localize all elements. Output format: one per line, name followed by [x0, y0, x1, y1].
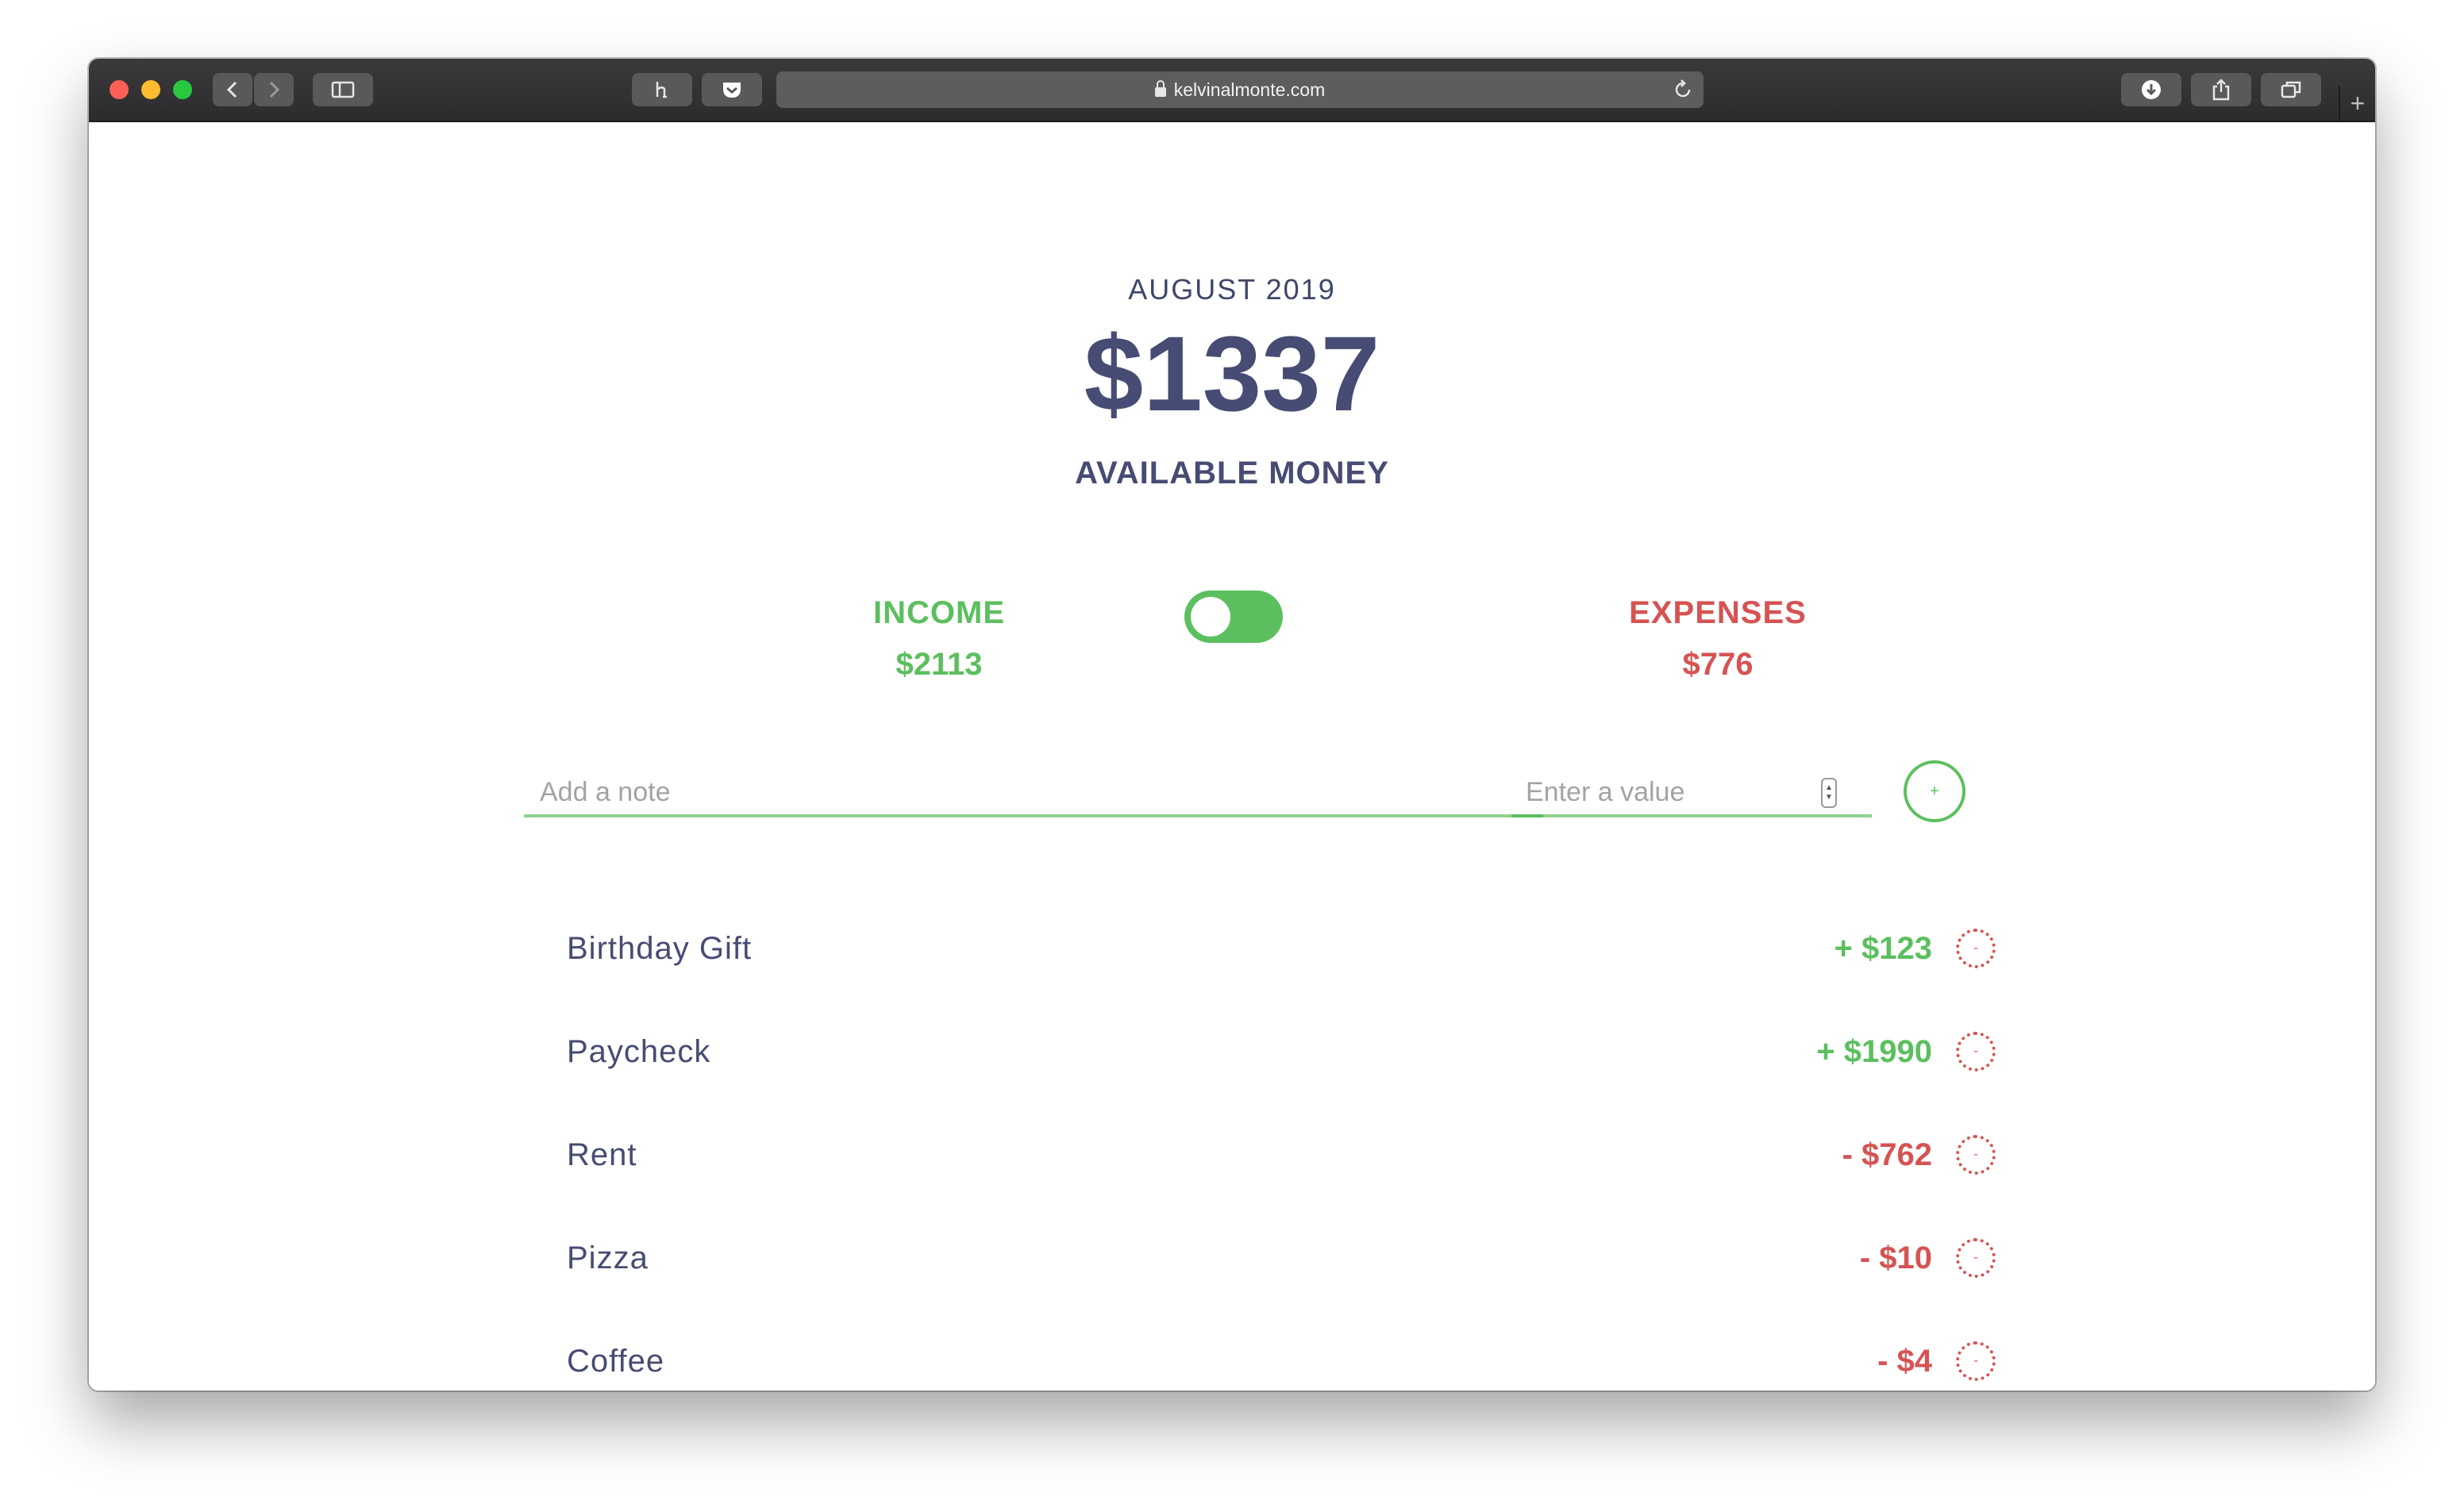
delete-transaction-button[interactable]: -	[1956, 1238, 1996, 1278]
income-summary: INCOME $2113	[780, 595, 1098, 683]
value-input-focus-accent	[1511, 814, 1543, 817]
expenses-label: EXPENSES	[1629, 595, 1807, 630]
income-label: INCOME	[873, 595, 1005, 630]
delete-transaction-button[interactable]: -	[1956, 1032, 1996, 1071]
chevron-left-icon	[226, 81, 237, 98]
browser-window: kelvinalmonte.com + AUGUST 2019 $1337 AV…	[89, 59, 2375, 1391]
tabs-overview-button[interactable]	[2261, 73, 2321, 106]
reload-icon[interactable]	[1672, 79, 1694, 101]
transaction-note: Paycheck	[567, 1034, 711, 1069]
transaction-row: Coffee - $4 -	[567, 1341, 1996, 1391]
forward-button[interactable]	[254, 73, 294, 106]
pocket-extension-button[interactable]	[702, 73, 762, 106]
transaction-row: Birthday Gift + $123 -	[567, 929, 1996, 1032]
browser-toolbar: kelvinalmonte.com +	[89, 59, 2375, 122]
back-button[interactable]	[213, 73, 252, 106]
tabs-icon	[2281, 81, 2301, 98]
toggle-knob	[1191, 597, 1230, 637]
zoom-window-button[interactable]	[173, 80, 192, 99]
transaction-note: Coffee	[567, 1344, 665, 1379]
transaction-amount: + $123	[1834, 931, 1932, 966]
income-expense-toggle[interactable]	[1184, 591, 1283, 643]
transaction-note: Birthday Gift	[567, 931, 753, 966]
transaction-amount: + $1990	[1816, 1034, 1932, 1069]
minimize-window-button[interactable]	[141, 80, 160, 99]
chevron-right-icon	[269, 81, 280, 98]
sidebar-button[interactable]	[313, 73, 373, 106]
form-underline	[524, 814, 1872, 817]
address-bar[interactable]: kelvinalmonte.com	[776, 71, 1704, 108]
sidebar-icon	[331, 81, 355, 98]
download-icon	[2142, 80, 2161, 99]
transaction-note: Pizza	[567, 1241, 649, 1275]
new-tab-button[interactable]: +	[2339, 86, 2375, 121]
share-icon	[2212, 79, 2230, 101]
delete-transaction-button[interactable]: -	[1956, 1341, 1996, 1381]
stepper-down-icon: ▼	[1825, 793, 1833, 802]
transaction-amount: - $10	[1859, 1241, 1932, 1275]
transaction-note: Rent	[567, 1137, 637, 1172]
page-content: AUGUST 2019 $1337 AVAILABLE MONEY INCOME…	[89, 122, 2375, 1391]
lock-icon	[1154, 80, 1166, 97]
close-window-button[interactable]	[110, 80, 129, 99]
delete-transaction-button[interactable]: -	[1956, 929, 1996, 968]
expenses-value: $776	[1682, 647, 1754, 682]
hypothesis-extension-button[interactable]	[632, 73, 692, 106]
transaction-amount: - $4	[1877, 1344, 1932, 1379]
hypothesis-icon	[656, 82, 667, 98]
balance-amount: $1337	[1084, 315, 1380, 433]
share-button[interactable]	[2191, 73, 2251, 106]
month-label: AUGUST 2019	[1128, 273, 1336, 306]
balance-label: AVAILABLE MONEY	[1075, 456, 1389, 490]
add-transaction-button[interactable]: +	[1904, 760, 1965, 822]
note-input[interactable]	[524, 773, 1492, 811]
downloads-button[interactable]	[2121, 73, 2181, 106]
value-input[interactable]	[1511, 773, 1813, 811]
transaction-list: Birthday Gift + $123 - Paycheck + $1990 …	[567, 929, 1996, 1391]
delete-transaction-button[interactable]: -	[1956, 1135, 1996, 1175]
transaction-row: Rent - $762 -	[567, 1135, 1996, 1238]
pocket-icon	[723, 83, 741, 98]
address-bar-text: kelvinalmonte.com	[776, 71, 1704, 108]
transaction-amount: - $762	[1842, 1137, 1932, 1172]
expenses-summary: EXPENSES $776	[1559, 595, 1877, 683]
transaction-row: Pizza - $10 -	[567, 1238, 1996, 1341]
income-value: $2113	[895, 647, 983, 682]
stepper-up-icon: ▲	[1825, 783, 1833, 792]
transaction-row: Paycheck + $1990 -	[567, 1032, 1996, 1135]
url-text: kelvinalmonte.com	[1173, 79, 1326, 100]
value-stepper[interactable]: ▲ ▼	[1821, 778, 1837, 808]
